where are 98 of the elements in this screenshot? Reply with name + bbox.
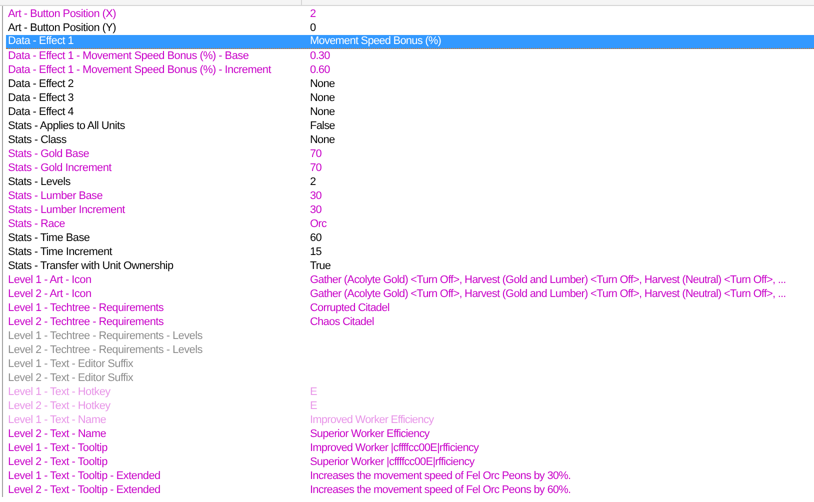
property-row[interactable]: Level 2 - Text - Name Superior Worker Efficiency — [6, 427, 814, 441]
property-row[interactable]: Art - Button Position (X) 2 — [6, 7, 814, 21]
property-name: Level 2 - Text - Editor Suffix — [7, 372, 134, 384]
property-row[interactable]: Level 1 - Text - Tooltip Improved Worker |cffffcc00E|rfficiency — [6, 441, 814, 455]
property-value: 0 — [309, 22, 316, 34]
property-value: 70 — [309, 148, 322, 160]
property-row[interactable]: Level 2 - Techtree - Requirements Chaos Citadel — [6, 315, 814, 329]
property-value: None — [309, 106, 335, 118]
property-row[interactable]: Level 2 - Techtree - Requirements - Levels — [6, 343, 814, 357]
property-row[interactable]: Stats - Time Base 60 — [6, 231, 814, 245]
property-row[interactable]: Data - Effect 2 None — [6, 77, 814, 91]
property-value: None — [309, 78, 335, 90]
property-value: 60 — [309, 232, 322, 244]
property-row[interactable]: Stats - Class None — [6, 133, 814, 147]
property-value: 70 — [309, 162, 322, 174]
property-value: Increases the movement speed of Fel Orc Peons by 60%. — [309, 484, 571, 496]
property-name: Stats - Race — [7, 218, 66, 230]
property-row[interactable]: Level 2 - Text - Editor Suffix — [6, 371, 814, 385]
property-value: 2 — [309, 8, 316, 20]
property-name: Data - Effect 1 - Movement Speed Bonus (%) - Base — [7, 50, 250, 62]
property-name: Level 1 - Art - Icon — [7, 274, 92, 286]
property-row[interactable]: Level 1 - Techtree - Requirements - Levels — [6, 329, 814, 343]
property-name: Art - Button Position (Y) — [7, 22, 118, 34]
property-value: 15 — [309, 246, 322, 258]
property-row[interactable]: Stats - Time Increment 15 — [6, 245, 814, 259]
property-row[interactable]: Stats - Gold Increment 70 — [6, 161, 814, 175]
property-name: Stats - Class — [7, 134, 68, 146]
property-name: Stats - Levels — [7, 176, 72, 188]
property-value: Chaos Citadel — [309, 316, 374, 328]
property-name: Data - Effect 4 — [7, 106, 75, 118]
property-row[interactable]: Stats - Lumber Increment 30 — [6, 203, 814, 217]
property-value: Improved Worker |cffffcc00E|rfficiency — [309, 442, 479, 454]
property-row[interactable]: Stats - Applies to All Units False — [6, 119, 814, 133]
property-value: 2 — [309, 176, 316, 188]
property-value: Movement Speed Bonus (%) — [309, 35, 442, 48]
property-name: Level 1 - Techtree - Requirements — [7, 302, 165, 314]
property-row[interactable]: Data - Effect 1 - Movement Speed Bonus (%) - Increment 0.60 — [6, 63, 814, 77]
property-name: Data - Effect 1 - Movement Speed Bonus (%) - Increment — [7, 64, 272, 76]
property-name: Level 1 - Text - Hotkey — [7, 386, 112, 398]
property-value: None — [309, 92, 335, 104]
property-row[interactable]: Data - Effect 3 None — [6, 91, 814, 105]
property-value: Superior Worker |cffffcc00E|rfficiency — [309, 456, 474, 468]
property-row[interactable]: Level 2 - Text - Tooltip Superior Worker |cffffcc00E|rfficiency — [6, 455, 814, 469]
property-value: 0.30 — [309, 50, 330, 62]
property-value: Orc — [309, 218, 327, 230]
property-name: Data - Effect 3 — [7, 92, 75, 104]
property-row[interactable]: Stats - Gold Base 70 — [6, 147, 814, 161]
property-value: Increases the movement speed of Fel Orc Peons by 30%. — [309, 470, 571, 482]
property-value: True — [309, 260, 331, 272]
property-value: 30 — [309, 204, 322, 216]
property-value: Superior Worker Efficiency — [309, 428, 430, 440]
property-row[interactable]: Art - Button Position (Y) 0 — [6, 21, 814, 35]
property-name: Level 2 - Text - Tooltip - Extended — [7, 484, 162, 496]
property-name: Level 2 - Art - Icon — [7, 288, 92, 300]
property-name: Level 2 - Techtree - Requirements — [7, 316, 165, 328]
property-name: Stats - Time Increment — [7, 246, 114, 258]
property-row[interactable]: Stats - Levels 2 — [6, 175, 814, 189]
property-value: E — [309, 386, 317, 398]
property-row[interactable]: Data - Effect 1 - Movement Speed Bonus (%) - Base 0.30 — [6, 49, 814, 63]
property-name: Art - Button Position (X) — [7, 8, 118, 20]
property-name: Stats - Time Base — [7, 232, 91, 244]
property-row[interactable]: Level 1 - Text - Editor Suffix — [6, 357, 814, 371]
property-name: Stats - Applies to All Units — [7, 120, 126, 132]
property-row[interactable]: Stats - Lumber Base 30 — [6, 189, 814, 203]
property-value: Corrupted Citadel — [309, 302, 390, 314]
property-name: Stats - Lumber Increment — [7, 204, 126, 216]
property-value: 0.60 — [309, 64, 330, 76]
property-name: Stats - Transfer with Unit Ownership — [7, 260, 174, 272]
property-name: Stats - Gold Increment — [7, 162, 113, 174]
property-value: False — [309, 120, 335, 132]
property-name: Data - Effect 2 — [7, 78, 75, 90]
property-row[interactable]: Level 2 - Text - Tooltip - Extended Increases the movement speed of Fel Orc Peons by 60%. — [6, 483, 814, 497]
property-name: Level 1 - Text - Editor Suffix — [7, 358, 134, 370]
property-name: Level 1 - Text - Tooltip — [7, 442, 108, 454]
property-value: Improved Worker Efficiency — [309, 414, 434, 426]
property-row[interactable]: Level 1 - Art - Icon Gather (Acolyte Gold) <Turn Off>, Harvest (Gold and Lumber) <Turn Off>, Harvest (Neutral) <Turn Off>, ... — [6, 273, 814, 287]
property-name: Level 1 - Text - Name — [7, 414, 108, 426]
property-value: Gather (Acolyte Gold) <Turn Off>, Harvest (Gold and Lumber) <Turn Off>, Harvest (Neutral) <Turn Off>, ... — [309, 288, 786, 300]
property-name: Data - Effect 1 — [7, 35, 75, 48]
selected-row[interactable]: Data - Effect 1 Movement Speed Bonus (%) — [6, 35, 814, 49]
property-row[interactable]: Level 1 - Techtree - Requirements Corrupted Citadel — [6, 301, 814, 315]
property-row[interactable]: Data - Effect 4 None — [6, 105, 814, 119]
property-name: Level 2 - Text - Hotkey — [7, 400, 112, 412]
property-name: Level 2 - Text - Name — [7, 428, 108, 440]
property-value: E — [309, 400, 317, 412]
property-name: Stats - Lumber Base — [7, 190, 104, 202]
property-row[interactable]: Level 2 - Art - Icon Gather (Acolyte Gold) <Turn Off>, Harvest (Gold and Lumber) <Turn Off>, Harvest (Neutral) <Turn Off>, ... — [6, 287, 814, 301]
property-name: Level 2 - Techtree - Requirements - Levels — [7, 344, 204, 356]
property-value: Gather (Acolyte Gold) <Turn Off>, Harvest (Gold and Lumber) <Turn Off>, Harvest (Neutral) <Turn Off>, ... — [309, 274, 786, 286]
property-value: 30 — [309, 190, 322, 202]
property-row[interactable]: Stats - Transfer with Unit Ownership True — [6, 259, 814, 273]
property-name: Level 2 - Text - Tooltip — [7, 456, 108, 468]
property-name: Level 1 - Text - Tooltip - Extended — [7, 470, 162, 482]
property-name: Stats - Gold Base — [7, 148, 90, 160]
property-row[interactable]: Level 1 - Text - Tooltip - Extended Increases the movement speed of Fel Orc Peons by 30%. — [6, 469, 814, 483]
property-name: Level 1 - Techtree - Requirements - Levels — [7, 330, 204, 342]
property-row[interactable]: Stats - Race Orc — [6, 217, 814, 231]
property-value: None — [309, 134, 335, 146]
